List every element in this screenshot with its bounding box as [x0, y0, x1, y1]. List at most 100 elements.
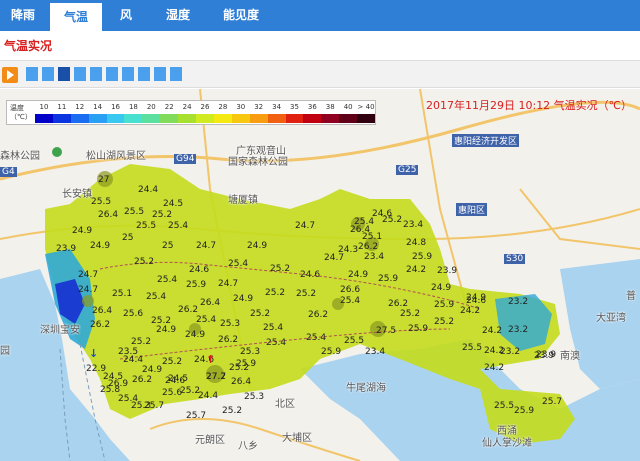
legend-color-cell [267, 114, 286, 123]
legend-tick-label: 24 [182, 103, 192, 111]
temperature-reading: 25.4 [340, 296, 361, 306]
place-label: 松山湖风景区 [86, 151, 146, 162]
tab-wind[interactable]: 风 [106, 0, 146, 31]
page-title: 气温实况 [4, 39, 53, 53]
temperature-reading: 23.9 [56, 244, 77, 254]
legend-color-cell [196, 114, 214, 123]
legend-tick-label: 36 [307, 103, 317, 111]
temperature-reading: 25.3 [244, 392, 265, 402]
tab-temperature[interactable]: 气温 [50, 0, 102, 31]
legend-color-cell [339, 114, 358, 123]
temperature-reading: 25.7 [542, 397, 563, 407]
variable-tab-bar: 降雨 气温 风 湿度 能见度 [0, 0, 640, 31]
temperature-reading: 26.4 [231, 377, 252, 387]
temperature-reading: 26.2 [358, 242, 379, 252]
temperature-reading: 26.2 [308, 310, 329, 320]
timeline-frame[interactable] [154, 67, 166, 81]
legend-color-cell [357, 114, 375, 123]
temperature-reading: 25.6 [123, 309, 144, 319]
legend-tick-label: 16 [111, 103, 120, 111]
temperature-reading: 25.5 [344, 336, 365, 346]
legend-tick-label: 32 [254, 103, 264, 111]
park-icon [52, 147, 62, 157]
temperature-reading: 25.2 [296, 289, 317, 299]
temperature-reading: 26.6 [340, 285, 361, 295]
temperature-reading: 25.3 [240, 347, 261, 357]
place-label: 牛尾湖海 [346, 383, 386, 394]
place-label: 森林公园 [0, 151, 40, 162]
timeline-frame[interactable] [170, 67, 182, 81]
temperature-reading: 26.4 [350, 225, 371, 235]
temperature-reading: 25.2 [382, 215, 403, 225]
place-label: 南澳 [560, 351, 580, 362]
place-label: 元朗区 [195, 435, 225, 446]
temperature-reading: 25.2 [250, 309, 271, 319]
temperature-reading: 25.9 [186, 280, 207, 290]
play-icon[interactable] [2, 67, 18, 83]
temperature-reading: 26.4 [200, 298, 221, 308]
timeline-frame[interactable] [90, 67, 102, 81]
temperature-reading: 25.9 [514, 406, 535, 416]
temperature-reading: 26.2 [218, 335, 239, 345]
temperature-reading: 25.2 [434, 317, 455, 327]
place-label: 园 [0, 346, 10, 357]
temperature-reading: 23.5 [118, 347, 139, 357]
temperature-reading: 25.4 [118, 394, 139, 404]
legend-tick-label: 35 [290, 103, 299, 111]
highway-label: S30 [504, 254, 526, 264]
temperature-reading: 24.7 [196, 241, 217, 251]
legend-color-cell [231, 114, 250, 123]
timeline-frame-current[interactable] [58, 67, 70, 81]
temperature-reading: 23.4 [365, 347, 386, 357]
temperature-reading: 24.2 [482, 326, 503, 336]
wind-arrow-up-icon: ↑ [206, 353, 216, 366]
map-canvas[interactable]: 森林公园 松山湖风景区 广东观音山 国家森林公园 长安镇 塘厦镇 深圳宝安 南澳… [0, 89, 640, 461]
timeline-frame[interactable] [42, 67, 54, 81]
area-label: 惠阳区 [456, 203, 488, 216]
temperature-reading: 25.2 [134, 257, 155, 267]
temperature-reading: 25.2 [180, 386, 201, 396]
place-label: 深圳宝安 [40, 325, 80, 336]
timeline-frame[interactable] [74, 67, 86, 81]
tab-humidity[interactable]: 湿度 [152, 0, 204, 31]
temperature-reading: 23.4 [364, 252, 385, 262]
temperature-reading: 25.2 [131, 337, 152, 347]
temperature-reading: 27.5 [376, 326, 397, 336]
temperature-reading: 26.2 [132, 375, 153, 385]
tab-rainfall[interactable]: 降雨 [0, 0, 46, 31]
legend-color-cell [303, 114, 322, 123]
legend-tick-label: 18 [128, 103, 138, 111]
legend-tick-label: 20 [146, 103, 156, 111]
tab-visibility[interactable]: 能见度 [212, 0, 270, 31]
temperature-reading: 25.2 [265, 288, 286, 298]
temperature-reading: 24.9 [90, 241, 111, 251]
timeline-frame[interactable] [26, 67, 38, 81]
highway-label: G94 [174, 154, 197, 164]
legend-color-cell [124, 114, 143, 123]
temperature-reading: 27 [98, 175, 110, 185]
temperature-reading: 25.1 [112, 289, 133, 299]
timeline-frame[interactable] [138, 67, 150, 81]
temperature-reading: 24.8 [406, 238, 427, 248]
temperature-reading: 24.7 [218, 279, 239, 289]
legend-color-cell [321, 114, 340, 123]
temperature-reading: 25.5 [462, 343, 483, 353]
temperature-reading: 25.4 [157, 275, 178, 285]
timeline-frame[interactable] [122, 67, 134, 81]
temperature-reading: 23.9 [536, 350, 557, 360]
temperature-reading: 25.4 [146, 292, 167, 302]
temperature-reading: 25.4 [306, 333, 327, 343]
temperature-reading: 24.9 [466, 293, 487, 303]
area-label: 惠阳经济开发区 [452, 134, 520, 147]
timeline-frame[interactable] [106, 67, 118, 81]
legend-color-cell [52, 114, 71, 123]
legend-color-cell [88, 114, 107, 123]
temperature-reading: 25.2 [229, 363, 250, 373]
temperature-reading: 25 [162, 241, 174, 251]
temperature-reading: 24.4 [198, 391, 219, 401]
legend-color-cell [70, 114, 89, 123]
temperature-reading: 25.9 [378, 274, 399, 284]
legend-color-cell [285, 114, 304, 123]
legend-tick-label: 26 [200, 103, 210, 111]
legend-tick-label: 10 [39, 103, 49, 111]
